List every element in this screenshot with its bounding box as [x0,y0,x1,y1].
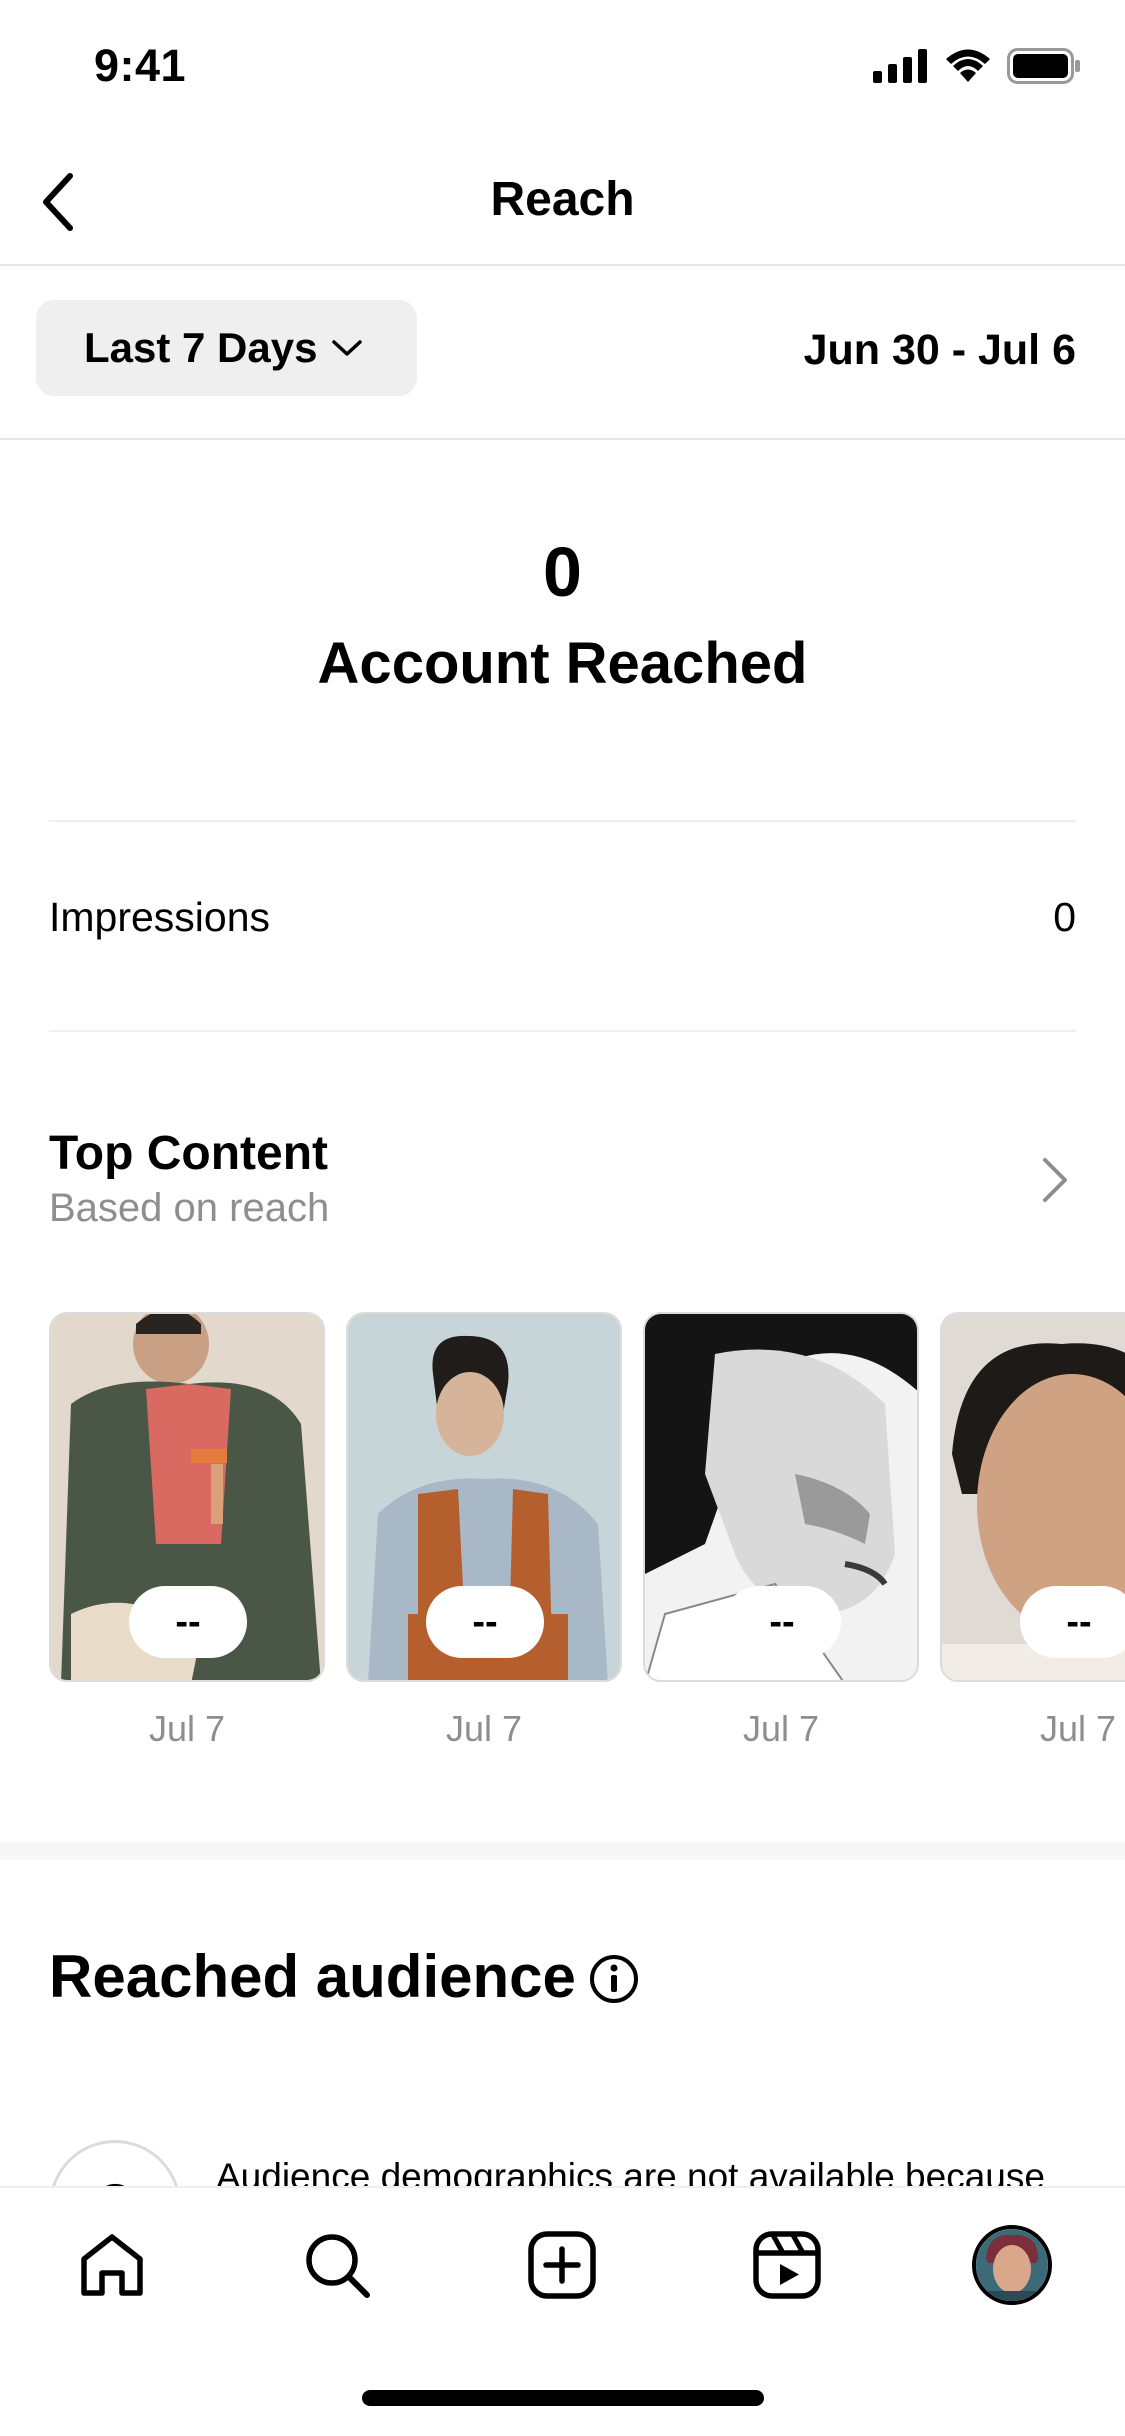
impressions-value: 0 [1053,894,1076,940]
status-bar: 9:41 [0,0,1125,140]
tab-create[interactable] [517,2220,607,2310]
content-card[interactable]: -- Jul 7 [940,1312,1125,1750]
content-card[interactable]: -- Jul 7 [643,1312,919,1750]
info-icon [590,1955,638,2003]
content-card[interactable]: -- Jul 7 [49,1312,325,1750]
home-icon [81,2234,143,2296]
chevron-down-icon [332,340,363,356]
content-date: Jul 7 [445,1708,523,1749]
tab-search[interactable] [292,2220,382,2310]
filter-row: Last 7 Days Jun 30 - Jul 6 [0,266,1125,440]
tab-reels[interactable] [742,2220,832,2310]
top-content-title: Top Content [49,1127,329,1180]
battery-icon [1007,48,1080,84]
top-content-more-button[interactable] [1025,1150,1085,1210]
date-range-dropdown[interactable]: Last 7 Days [36,300,417,396]
content-reach-value: -- [426,1586,544,1658]
divider [49,1030,1076,1032]
content-thumbnail: -- [940,1312,1125,1682]
profile-avatar [972,2225,1052,2305]
tab-profile[interactable] [967,2220,1057,2310]
top-content-subtitle: Based on reach [49,1186,330,1230]
content-date: Jul 7 [742,1708,820,1749]
content-date: Jul 7 [1039,1708,1117,1749]
tab-home[interactable] [67,2220,157,2310]
nav-header: Reach [0,140,1125,266]
search-icon [306,2234,370,2298]
status-time: 9:41 [94,40,187,91]
content-thumbnail: -- [643,1312,919,1682]
section-separator [0,1842,1125,1860]
reached-audience-title: Reached audience [49,1943,576,2010]
content-date: Jul 7 [148,1708,226,1749]
content-thumbnail: -- [346,1312,622,1682]
create-icon [528,2231,596,2299]
reels-icon [753,2231,821,2299]
impressions-label: Impressions [49,894,271,940]
divider [49,820,1076,822]
accounts-reached-label: Account Reached [317,631,808,696]
page-title: Reach [490,173,635,226]
top-content-carousel[interactable]: -- Jul 7 -- Jul 7 -- Jul 7 -- Jul 7 [49,1312,1125,1762]
wifi-icon [946,49,990,82]
content-reach-value: -- [129,1586,247,1658]
status-icons [873,48,1081,84]
content-thumbnail: -- [49,1312,325,1682]
cellular-signal-icon [873,49,927,83]
info-button[interactable] [588,1953,640,2005]
content-card[interactable]: -- Jul 7 [346,1312,622,1750]
chevron-right-icon [1043,1158,1067,1202]
content-reach-value: -- [1020,1586,1125,1658]
accounts-reached-count: 0 [543,533,582,611]
date-range-label: Last 7 Days [84,324,318,371]
content-reach-value: -- [723,1586,841,1658]
date-range-text: Jun 30 - Jul 6 [803,326,1076,374]
home-indicator [362,2390,764,2406]
